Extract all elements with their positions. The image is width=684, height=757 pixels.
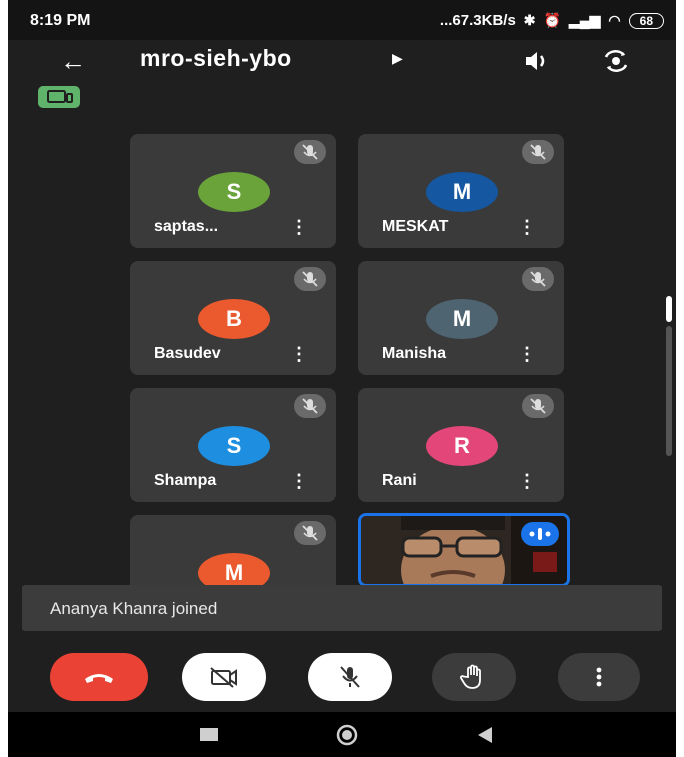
more-vert-icon[interactable]: ⋮	[290, 216, 308, 238]
mic-off-icon	[340, 666, 360, 688]
back-triangle-icon[interactable]	[470, 722, 500, 748]
participant-tile[interactable]: M MESKAT ⋮	[358, 134, 564, 248]
more-options-button[interactable]	[558, 653, 640, 701]
camera-toggle-button[interactable]	[182, 653, 266, 701]
toast-message: Ananya Khanra joined	[50, 599, 218, 618]
chevron-right-icon[interactable]: ▶	[392, 50, 403, 67]
meet-screen: 8:19 PM ...67.3KB/s ✱ ⏰ ▂▄▆ ◠ 68 ← mro-s…	[8, 0, 676, 757]
avatar: M	[426, 172, 498, 212]
more-vert-icon[interactable]: ⋮	[290, 470, 308, 492]
status-bar: 8:19 PM ...67.3KB/s ✱ ⏰ ▂▄▆ ◠ 68	[8, 0, 676, 40]
signal-icon: ▂▄▆	[568, 12, 601, 28]
participant-name: Manisha	[382, 345, 447, 362]
avatar: R	[426, 426, 498, 466]
scrollbar[interactable]	[666, 296, 672, 456]
participant-tile[interactable]: M Manisha ⋮	[358, 261, 564, 375]
more-vert-icon[interactable]: ⋮	[518, 216, 536, 238]
battery-badge: 68	[628, 12, 664, 29]
more-vert-icon	[596, 667, 602, 687]
speaker-icon[interactable]	[518, 46, 552, 76]
avatar: B	[198, 299, 270, 339]
participant-name: saptas...	[154, 218, 219, 235]
mic-off-icon	[522, 140, 554, 164]
raise-hand-button[interactable]	[432, 653, 516, 701]
participant-name: Rani	[382, 472, 417, 489]
back-arrow-icon[interactable]: ←	[56, 46, 90, 76]
participant-name: Shampa	[154, 472, 217, 489]
participant-tile[interactable]: B Basudev ⋮	[130, 261, 336, 375]
mic-off-icon	[294, 521, 326, 545]
avatar: S	[198, 426, 270, 466]
raise-hand-icon	[460, 664, 481, 689]
mic-off-icon	[294, 394, 326, 418]
avatar: M	[426, 299, 498, 339]
mic-off-icon	[522, 267, 554, 291]
alarm-off-icon: ⏰	[543, 12, 561, 28]
speaking-indicator-icon	[521, 522, 559, 546]
end-call-icon	[85, 674, 113, 683]
bluetooth-icon: ✱	[523, 12, 536, 28]
participant-tile[interactable]: S saptas... ⋮	[130, 134, 336, 248]
join-toast: Ananya Khanra joined	[22, 585, 662, 631]
mic-off-icon	[294, 140, 326, 164]
end-call-button[interactable]	[50, 653, 148, 701]
avatar: S	[198, 172, 270, 212]
more-vert-icon[interactable]: ⋮	[518, 470, 536, 492]
participant-tile[interactable]: R Rani ⋮	[358, 388, 564, 502]
participant-name: Basudev	[154, 345, 221, 362]
device-icon	[47, 90, 73, 103]
more-vert-icon[interactable]: ⋮	[518, 343, 536, 365]
device-badge-icon[interactable]	[38, 86, 80, 108]
participant-name: MESKAT	[382, 218, 449, 235]
home-icon[interactable]	[332, 722, 362, 748]
status-right: ...67.3KB/s ✱ ⏰ ▂▄▆ ◠ 68	[440, 12, 664, 29]
self-video-tile[interactable]	[358, 513, 570, 587]
recents-icon[interactable]	[194, 722, 224, 748]
participant-tile[interactable]: S Shampa ⋮	[130, 388, 336, 502]
switch-camera-icon[interactable]	[598, 46, 634, 76]
net-speed: ...67.3KB/s	[439, 12, 516, 29]
mic-off-icon	[522, 394, 554, 418]
meeting-code-title[interactable]: mro-sieh-ybo	[140, 45, 292, 72]
camera-off-icon	[210, 667, 237, 688]
mic-toggle-button[interactable]	[308, 653, 392, 701]
status-time: 8:19 PM	[30, 12, 91, 29]
system-nav-bar	[8, 712, 676, 757]
mic-off-icon	[294, 267, 326, 291]
wifi-icon: ◠	[608, 12, 621, 28]
more-vert-icon[interactable]: ⋮	[290, 343, 308, 365]
